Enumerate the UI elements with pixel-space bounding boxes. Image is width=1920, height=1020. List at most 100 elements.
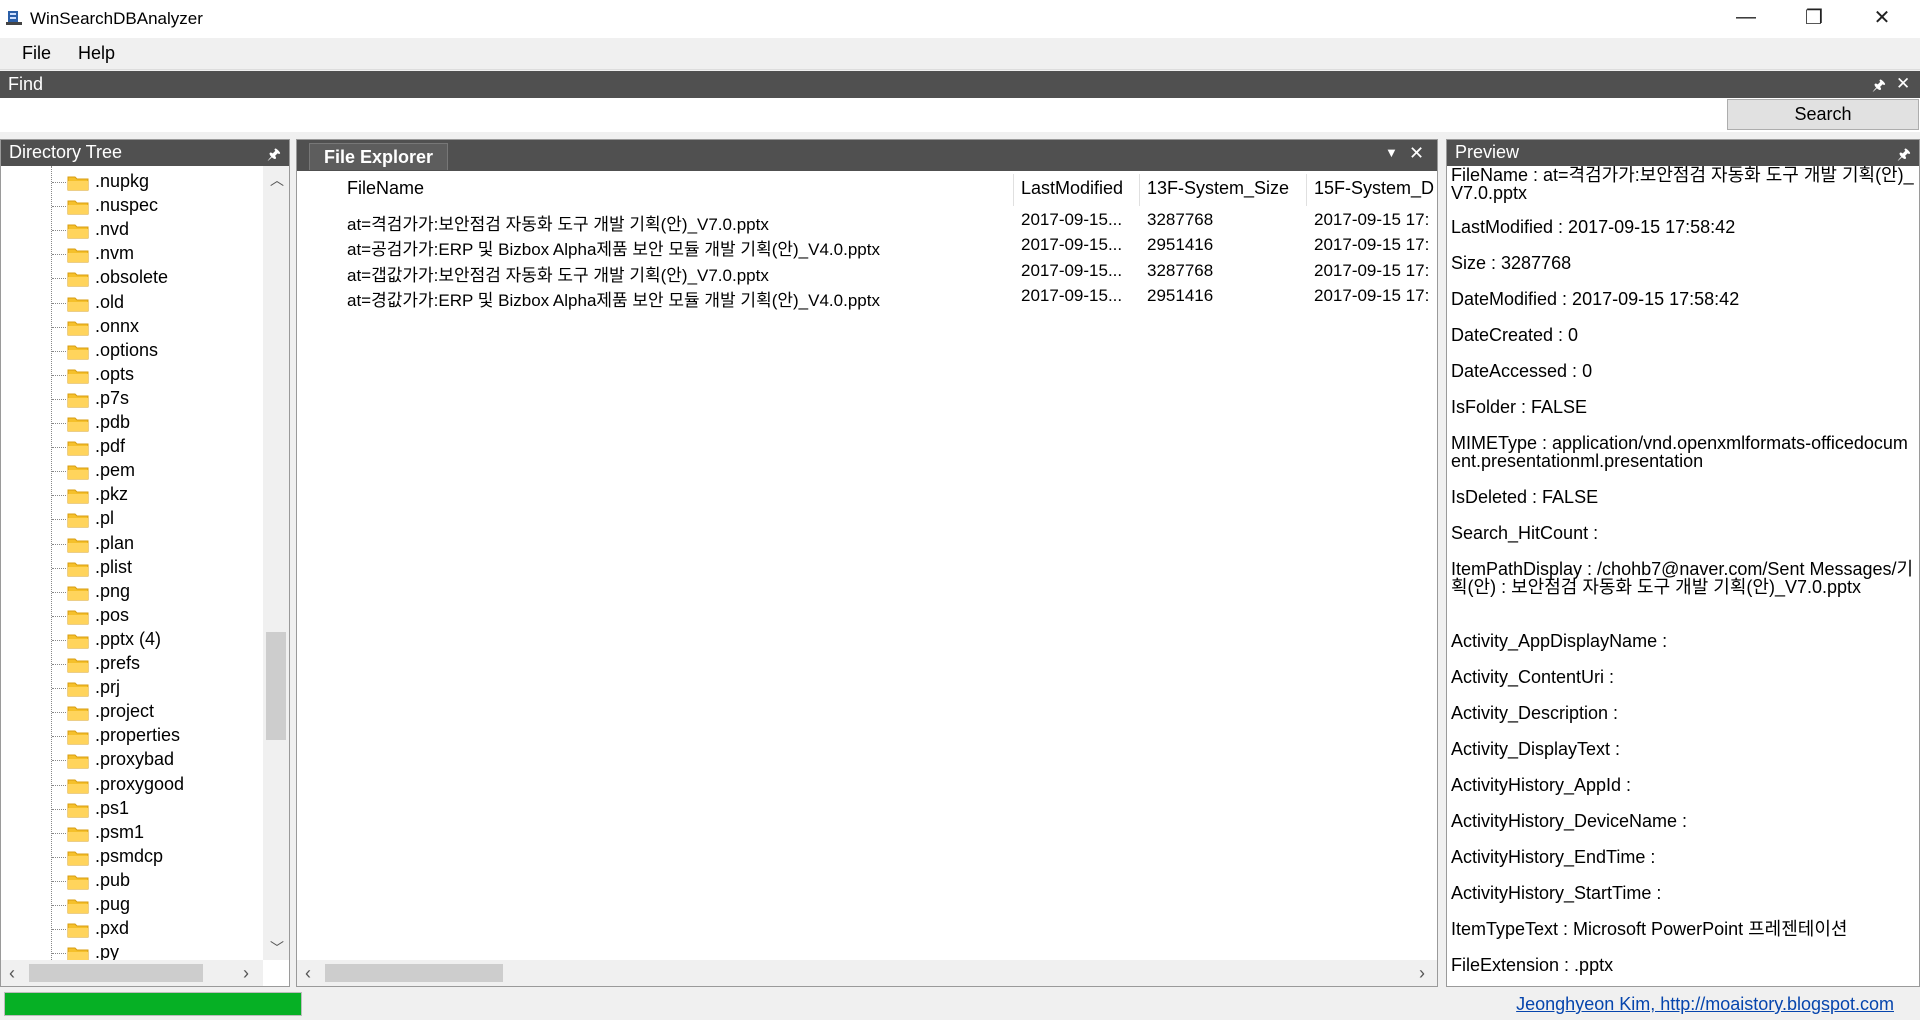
tree-item[interactable]: .options (1, 339, 263, 363)
tree-item[interactable]: .nvd (1, 218, 263, 242)
tree-item[interactable]: .nuspec (1, 194, 263, 218)
scroll-left-icon[interactable]: ‹ (9, 963, 15, 984)
tab-file-explorer[interactable]: File Explorer (309, 143, 449, 170)
file-explorer-panel: File Explorer ▼ ✕ FileName LastModified … (296, 139, 1438, 987)
column-date[interactable]: 15F-System_D (1314, 178, 1436, 199)
folder-icon (67, 754, 89, 769)
column-separator[interactable] (1139, 174, 1140, 206)
folder-icon (67, 272, 89, 287)
table-row[interactable]: at=경값가가:ERP 및 Bizbox Alpha제품 보안 모듈 개발 기획… (297, 284, 1437, 310)
tree-item[interactable]: .pxd (1, 917, 263, 941)
tree-guide-line (52, 808, 66, 810)
folder-icon (67, 224, 89, 239)
tree-horizontal-scrollbar[interactable]: ‹ › (1, 960, 263, 986)
search-button[interactable]: Search (1727, 99, 1919, 130)
scroll-left-icon[interactable]: ‹ (305, 963, 311, 984)
tree-item[interactable]: .psmdcp (1, 845, 263, 869)
tree-item[interactable]: .proxybad (1, 748, 263, 772)
tree-guide-line (52, 591, 66, 593)
folder-icon (67, 489, 89, 504)
tree-item[interactable]: .properties (1, 724, 263, 748)
scroll-thumb[interactable] (266, 632, 286, 740)
cell-date: 2017-09-15 17: (1314, 260, 1430, 280)
tree-guide-line (52, 254, 66, 256)
cell-size: 3287768 (1147, 210, 1214, 229)
tree-item[interactable]: .pptx (4) (1, 628, 263, 652)
tree-item[interactable]: .nvm (1, 242, 263, 266)
tree-item[interactable]: .pdf (1, 435, 263, 459)
scroll-up-icon[interactable]: ︿ (270, 170, 284, 190)
scroll-thumb[interactable] (29, 964, 203, 982)
scroll-right-icon[interactable]: › (1419, 963, 1425, 984)
folder-icon (67, 875, 89, 890)
file-grid-horizontal-scrollbar[interactable]: ‹ › (297, 960, 1437, 986)
tree-guide-line (52, 905, 66, 906)
tree-item[interactable]: .prefs (1, 652, 263, 676)
column-size[interactable]: 13F-System_Size (1147, 178, 1307, 199)
table-row[interactable]: at=공검가가:ERP 및 Bizbox Alpha제품 보안 모듈 개발 기획… (297, 233, 1437, 259)
tree-vertical-scrollbar[interactable]: ︿ ﹀ (263, 166, 289, 960)
scroll-thumb[interactable] (325, 964, 503, 982)
tree-item[interactable]: .pub (1, 869, 263, 893)
search-input[interactable] (0, 98, 1724, 132)
tree-item[interactable]: .pug (1, 893, 263, 917)
table-row[interactable]: at=격검가가:보안점검 자동화 도구 개발 기획(안)_V7.0.pptx 20… (297, 208, 1437, 234)
tree-item-label: .nvm (95, 243, 135, 264)
menu-file[interactable]: File (22, 43, 51, 64)
close-window-button[interactable]: ✕ (1848, 0, 1916, 34)
preview-header: Preview 🖈 (1447, 140, 1919, 166)
close-icon[interactable]: ✕ (1896, 74, 1910, 94)
close-icon[interactable]: ✕ (1409, 143, 1424, 164)
tree-item[interactable]: .onnx (1, 315, 263, 339)
scroll-down-icon[interactable]: ﹀ (270, 938, 284, 958)
pin-icon[interactable]: 🖈 (1872, 75, 1886, 100)
column-lastmodified[interactable]: LastModified (1021, 178, 1141, 199)
tree-item[interactable]: .prj (1, 676, 263, 700)
tree-item-label: .opts (95, 363, 135, 384)
preview-property: IsFolder : FALSE (1451, 397, 1588, 417)
scroll-right-icon[interactable]: › (243, 963, 249, 984)
tree-item[interactable]: .py (1, 941, 263, 960)
tree-item[interactable]: .p7s (1, 387, 263, 411)
preview-property: Activity_AppDisplayName : (1451, 631, 1668, 651)
tree-item[interactable]: .obsolete (1, 266, 263, 290)
tree-item[interactable]: .nupkg (1, 170, 263, 194)
tree-guide-line (52, 543, 66, 545)
restore-button[interactable]: ❐ (1780, 0, 1848, 34)
folder-icon (67, 297, 89, 311)
cell-date: 2017-09-15 17: (1314, 210, 1430, 229)
tree-item[interactable]: .pl (1, 507, 263, 531)
column-filename[interactable]: FileName (347, 178, 547, 199)
column-separator[interactable] (1013, 174, 1014, 206)
folder-icon (67, 176, 89, 191)
tree-item[interactable]: .pos (1, 604, 263, 628)
tree-item[interactable]: .old (1, 291, 263, 315)
menu-help[interactable]: Help (78, 43, 115, 64)
tree-item[interactable]: .pem (1, 459, 263, 483)
tree-item[interactable]: .ps1 (1, 797, 263, 821)
preview-property: MIMEType : application/vnd.openxmlformat… (1451, 433, 1908, 471)
preview-property: Size : 3287768 (1451, 253, 1572, 273)
tree-guide-line (52, 447, 66, 449)
tree-item[interactable]: .pkz (1, 483, 263, 507)
tree-item[interactable]: .proxygood (1, 773, 263, 797)
tree-guide-line (52, 182, 66, 183)
tree-guide-line (52, 326, 66, 328)
folder-icon (67, 417, 89, 432)
tree-item[interactable]: .project (1, 700, 263, 724)
preview-property: Activity_DisplayText : (1451, 739, 1621, 759)
tree-item[interactable]: .plist (1, 556, 263, 580)
author-link[interactable]: Jeonghyeon Kim, http://moaistory.blogspo… (1516, 994, 1894, 1015)
tree-item-label: .nvd (95, 219, 130, 240)
column-separator[interactable] (1306, 174, 1307, 206)
minimize-icon: — (1736, 5, 1756, 28)
tree-item[interactable]: .opts (1, 363, 263, 387)
tree-item[interactable]: .psm1 (1, 821, 263, 845)
minimize-button[interactable]: — (1712, 0, 1780, 34)
tree-item[interactable]: .png (1, 580, 263, 604)
dropdown-icon[interactable]: ▼ (1385, 145, 1398, 160)
tree-guide-line (52, 664, 66, 665)
tree-item[interactable]: .pdb (1, 411, 263, 435)
tree-item[interactable]: .plan (1, 532, 263, 556)
table-row[interactable]: at=갭값가가:보안점검 자동화 도구 개발 기획(안)_V7.0.pptx 20… (297, 259, 1437, 285)
